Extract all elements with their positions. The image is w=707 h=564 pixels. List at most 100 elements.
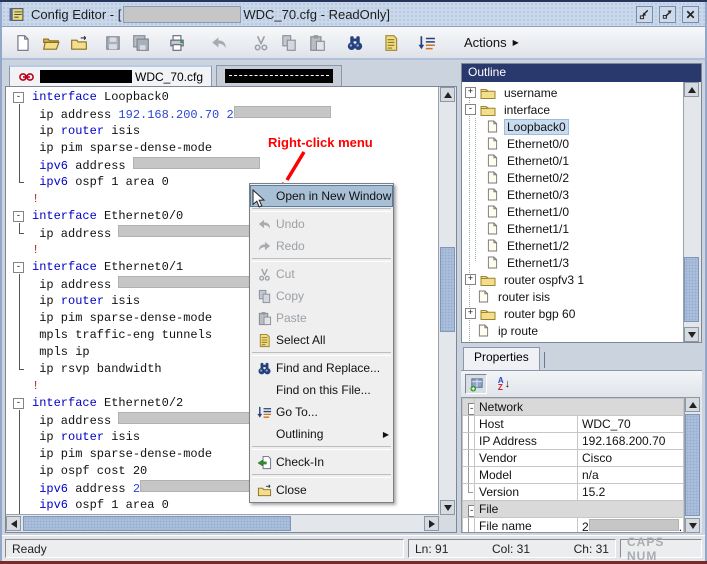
code-line[interactable]: ip router isis: [10, 123, 439, 140]
collapse-toggle[interactable]: -: [468, 403, 475, 415]
print-button[interactable]: [164, 30, 190, 56]
select-all-button[interactable]: [378, 30, 404, 56]
tab-redacted-file[interactable]: [216, 65, 342, 86]
property-row-model[interactable]: Modeln/a: [463, 467, 684, 484]
scroll-down-button[interactable]: [685, 518, 700, 533]
undo-button[interactable]: [206, 30, 232, 56]
save-button[interactable]: [100, 30, 126, 56]
maximize-button[interactable]: [659, 6, 676, 23]
fold-toggle[interactable]: -: [13, 398, 24, 409]
outline-item-router-bgp-60[interactable]: +router bgp 60: [462, 305, 684, 322]
scrollbar-thumb[interactable]: [23, 516, 291, 531]
outline-item-ethernet1-0[interactable]: Ethernet1/0: [462, 203, 684, 220]
property-row-version[interactable]: Version15.2: [463, 484, 684, 501]
editor-horizontal-scrollbar[interactable]: [6, 514, 439, 532]
expand-toggle[interactable]: +: [465, 87, 476, 98]
outline-item-ip-route[interactable]: ip route: [462, 322, 684, 339]
outline-item-ethernet0-3[interactable]: Ethernet0/3: [462, 186, 684, 203]
outline-item-ip-explicit-path-name[interactable]: +ip explicit-path name: [462, 339, 684, 342]
outline-item-ethernet1-2[interactable]: Ethernet1/2: [462, 237, 684, 254]
find-button[interactable]: [342, 30, 368, 56]
minimize-button[interactable]: [636, 6, 653, 23]
code-line[interactable]: -interface Loopback0: [10, 89, 439, 106]
fold-gutter: [10, 361, 30, 378]
fold-gutter: [10, 276, 30, 293]
close-button[interactable]: [682, 6, 699, 23]
scrollbar-thumb[interactable]: [684, 257, 699, 322]
scroll-right-button[interactable]: [424, 516, 439, 531]
menu-item-copy[interactable]: Copy: [250, 285, 393, 307]
menu-item-outlining[interactable]: Outlining▶: [250, 423, 393, 445]
outline-item-router-ospfv3-1[interactable]: +router ospfv3 1: [462, 271, 684, 288]
tab-properties[interactable]: Properties: [463, 347, 540, 370]
menu-item-find-on-this-file[interactable]: Find on this File...: [250, 379, 393, 401]
fold-toggle[interactable]: -: [13, 92, 24, 103]
expand-toggle[interactable]: +: [465, 308, 476, 319]
open-folder-button[interactable]: [38, 30, 64, 56]
menu-item-select-all[interactable]: Select All: [250, 329, 393, 351]
expand-toggle[interactable]: +: [465, 274, 476, 285]
menu-item-close[interactable]: Close: [250, 479, 393, 501]
property-row-vendor[interactable]: VendorCisco: [463, 450, 684, 467]
outline-scrollbar[interactable]: [683, 82, 701, 342]
scroll-left-button[interactable]: [6, 516, 21, 531]
menu-item-paste[interactable]: Paste: [250, 307, 393, 329]
outline-item-ethernet1-3[interactable]: Ethernet1/3: [462, 254, 684, 271]
menu-item-undo[interactable]: Undo: [250, 213, 393, 235]
menu-item-redo[interactable]: Redo: [250, 235, 393, 257]
fold-toggle[interactable]: -: [13, 262, 24, 273]
new-document-button[interactable]: [10, 30, 36, 56]
code-line[interactable]: ip address 192.168.200.70 2: [10, 106, 439, 123]
collapse-toggle[interactable]: -: [465, 104, 476, 115]
outline-item-ethernet0-2[interactable]: Ethernet0/2: [462, 169, 684, 186]
column-number: Col: 31: [492, 542, 530, 556]
property-group-network[interactable]: -Network: [463, 399, 684, 416]
goto-button[interactable]: [414, 30, 440, 56]
alphabetical-sort-button[interactable]: AZ ↓: [493, 374, 515, 394]
code-line[interactable]: ip pim sparse-dense-mode: [10, 140, 439, 157]
menu-item-check-in[interactable]: Check-In: [250, 451, 393, 473]
property-row-ip-address[interactable]: IP Address192.168.200.70: [463, 433, 684, 450]
scroll-down-button[interactable]: [684, 327, 699, 342]
properties-scrollbar[interactable]: [684, 397, 702, 533]
menu-item-find-and-replace[interactable]: Find and Replace...: [250, 357, 393, 379]
scroll-up-button[interactable]: [440, 87, 455, 102]
menu-item-open-in-new-window[interactable]: Open in New Window: [250, 185, 393, 207]
outline-item-ethernet0-1[interactable]: Ethernet0/1: [462, 152, 684, 169]
editor-vertical-scrollbar[interactable]: [438, 87, 456, 515]
scrollbar-thumb[interactable]: [440, 247, 455, 332]
menu-item-cut[interactable]: Cut: [250, 263, 393, 285]
save-all-button[interactable]: [128, 30, 154, 56]
outline-item-loopback0[interactable]: Loopback0: [462, 118, 684, 135]
scroll-up-button[interactable]: [685, 397, 700, 412]
paste-button[interactable]: [304, 30, 330, 56]
goto-icon: [418, 34, 436, 52]
property-group-file[interactable]: -File: [463, 501, 684, 518]
outline-item-ethernet0-0[interactable]: Ethernet0/0: [462, 135, 684, 152]
property-value: Cisco: [578, 450, 684, 467]
outline-item-label: Ethernet1/3: [504, 256, 572, 270]
actions-menu-button[interactable]: Actions ▶: [458, 33, 525, 52]
outline-item-username[interactable]: +username: [462, 84, 684, 101]
tab-wdc-70-cfg[interactable]: WDC_70.cfg: [9, 65, 212, 86]
paste-icon: [252, 310, 276, 326]
property-row-host[interactable]: HostWDC_70: [463, 416, 684, 433]
code-line[interactable]: ipv6 address: [10, 157, 439, 174]
copy-button[interactable]: [276, 30, 302, 56]
scroll-up-button[interactable]: [684, 82, 699, 97]
cut-icon: [252, 266, 276, 282]
categorized-view-button[interactable]: [465, 374, 487, 394]
scrollbar-thumb[interactable]: [685, 414, 700, 516]
collapse-toggle[interactable]: -: [468, 505, 475, 517]
outline-item-router-isis[interactable]: router isis: [462, 288, 684, 305]
outline-item-interface[interactable]: -interface: [462, 101, 684, 118]
outline-item-ethernet1-1[interactable]: Ethernet1/1: [462, 220, 684, 237]
close-folder-button[interactable]: [66, 30, 92, 56]
scroll-down-button[interactable]: [440, 500, 455, 515]
menu-item-go-to[interactable]: Go To...: [250, 401, 393, 423]
fold-toggle[interactable]: -: [13, 211, 24, 222]
fold-gutter: [10, 310, 30, 327]
property-row-file-name[interactable]: File name2.: [463, 518, 684, 534]
cut-button[interactable]: [248, 30, 274, 56]
property-key: Host: [475, 416, 578, 433]
